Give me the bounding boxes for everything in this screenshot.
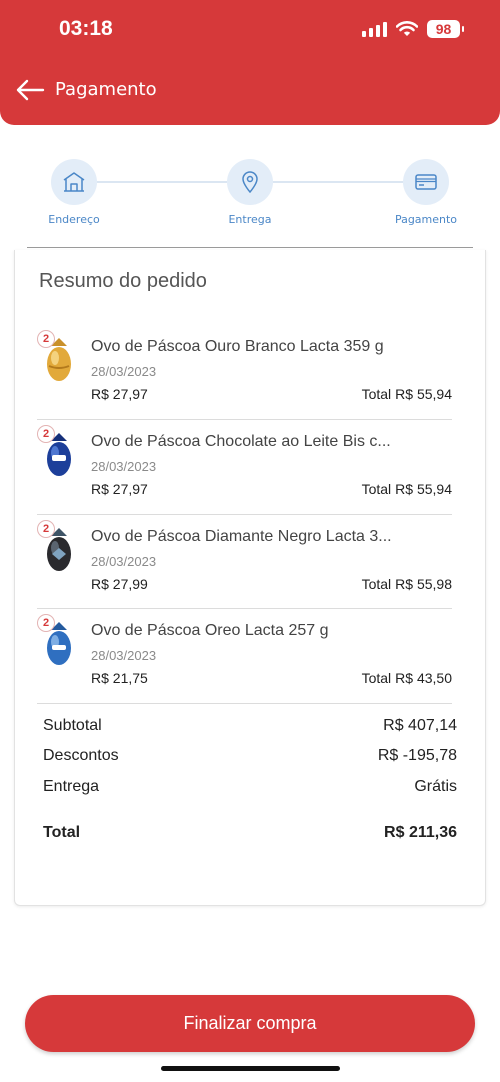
item-total-label: Total [361, 576, 392, 592]
item-unit-price: R$ 27,97 [91, 386, 148, 402]
discount-label: Descontos [43, 747, 119, 764]
quantity-badge: 2 [37, 520, 55, 538]
list-item[interactable]: 2 Ovo de Páscoa Ouro Branco Lacta 359 g … [37, 324, 452, 418]
discount-row: Descontos R$ -195,78 [43, 747, 457, 765]
item-total-value: R$ 55,94 [395, 386, 452, 402]
item-total-label: Total [361, 386, 392, 402]
subtotal-label: Subtotal [43, 717, 102, 734]
item-date: 28/03/2023 [91, 459, 157, 474]
item-total-label: Total [361, 481, 392, 497]
item-total-label: Total [361, 670, 392, 686]
item-total: Total R$ 55,94 [358, 481, 452, 497]
status-bar: 03:18 98 [0, 0, 500, 60]
total-row: Total R$ 211,36 [43, 824, 457, 842]
item-total: Total R$ 43,50 [358, 670, 452, 686]
wifi-icon [396, 21, 418, 36]
location-pin-icon [242, 171, 258, 194]
item-total: Total R$ 55,94 [358, 386, 452, 402]
total-value: R$ 211,36 [384, 824, 457, 841]
status-time: 03:18 [59, 17, 113, 40]
subtotal-value: R$ 407,14 [383, 717, 457, 734]
home-indicator [161, 1066, 340, 1071]
discount-value: R$ -195,78 [377, 747, 457, 764]
quantity-badge: 2 [37, 330, 55, 348]
step-label: Pagamento [394, 213, 458, 226]
back-arrow-icon[interactable] [15, 78, 45, 102]
finalize-purchase-button[interactable]: Finalizar compra [25, 995, 475, 1052]
item-date: 28/03/2023 [91, 364, 157, 379]
item-unit-price: R$ 27,97 [91, 481, 148, 497]
list-item[interactable]: 2 Ovo de Páscoa Chocolate ao Leite Bis c… [37, 419, 452, 513]
page-title: Pagamento [55, 79, 157, 100]
nav-bar: Pagamento [0, 68, 500, 112]
quantity-badge: 2 [37, 425, 55, 443]
item-total-value: R$ 43,50 [395, 670, 452, 686]
item-date: 28/03/2023 [91, 648, 157, 663]
step-pagamento[interactable]: Pagamento [376, 159, 476, 226]
delivery-row: Entrega Grátis [43, 778, 457, 796]
step-label: Entrega [228, 213, 272, 226]
credit-card-icon [415, 174, 437, 190]
battery-indicator: 98 [427, 20, 464, 38]
item-divider [37, 703, 452, 704]
item-total: Total R$ 55,98 [358, 576, 452, 592]
status-icons: 98 [362, 20, 464, 38]
item-name: Ovo de Páscoa Oreo Lacta 257 g [91, 622, 329, 639]
quantity-badge: 2 [37, 614, 55, 632]
item-unit-price: R$ 27,99 [91, 576, 148, 592]
list-item[interactable]: 2 Ovo de Páscoa Oreo Lacta 257 g 28/03/2… [37, 608, 452, 702]
total-label: Total [43, 824, 81, 841]
delivery-label: Entrega [43, 778, 100, 795]
item-name: Ovo de Páscoa Chocolate ao Leite Bis c..… [91, 433, 391, 450]
house-icon [63, 172, 85, 192]
divider [27, 247, 473, 248]
app-header: 03:18 98 Pagamento [0, 0, 500, 125]
step-endereco[interactable]: Endereço [24, 159, 124, 226]
item-total-value: R$ 55,94 [395, 481, 452, 497]
list-item[interactable]: 2 Ovo de Páscoa Diamante Negro Lacta 3..… [37, 514, 452, 608]
delivery-value: Grátis [414, 778, 457, 795]
step-label: Endereço [48, 213, 100, 226]
summary-title: Resumo do pedido [39, 270, 207, 292]
item-total-value: R$ 55,98 [395, 576, 452, 592]
item-date: 28/03/2023 [91, 554, 157, 569]
item-name: Ovo de Páscoa Ouro Branco Lacta 359 g [91, 338, 384, 355]
item-unit-price: R$ 21,75 [91, 670, 148, 686]
item-name: Ovo de Páscoa Diamante Negro Lacta 3... [91, 528, 392, 545]
checkout-stepper: Endereço Entrega Pagamento [0, 150, 500, 230]
order-summary-card: Resumo do pedido 2 Ovo de Páscoa Ouro Br… [14, 250, 486, 906]
signal-icon [362, 21, 387, 37]
step-entrega[interactable]: Entrega [200, 159, 300, 226]
subtotal-row: Subtotal R$ 407,14 [43, 717, 457, 735]
